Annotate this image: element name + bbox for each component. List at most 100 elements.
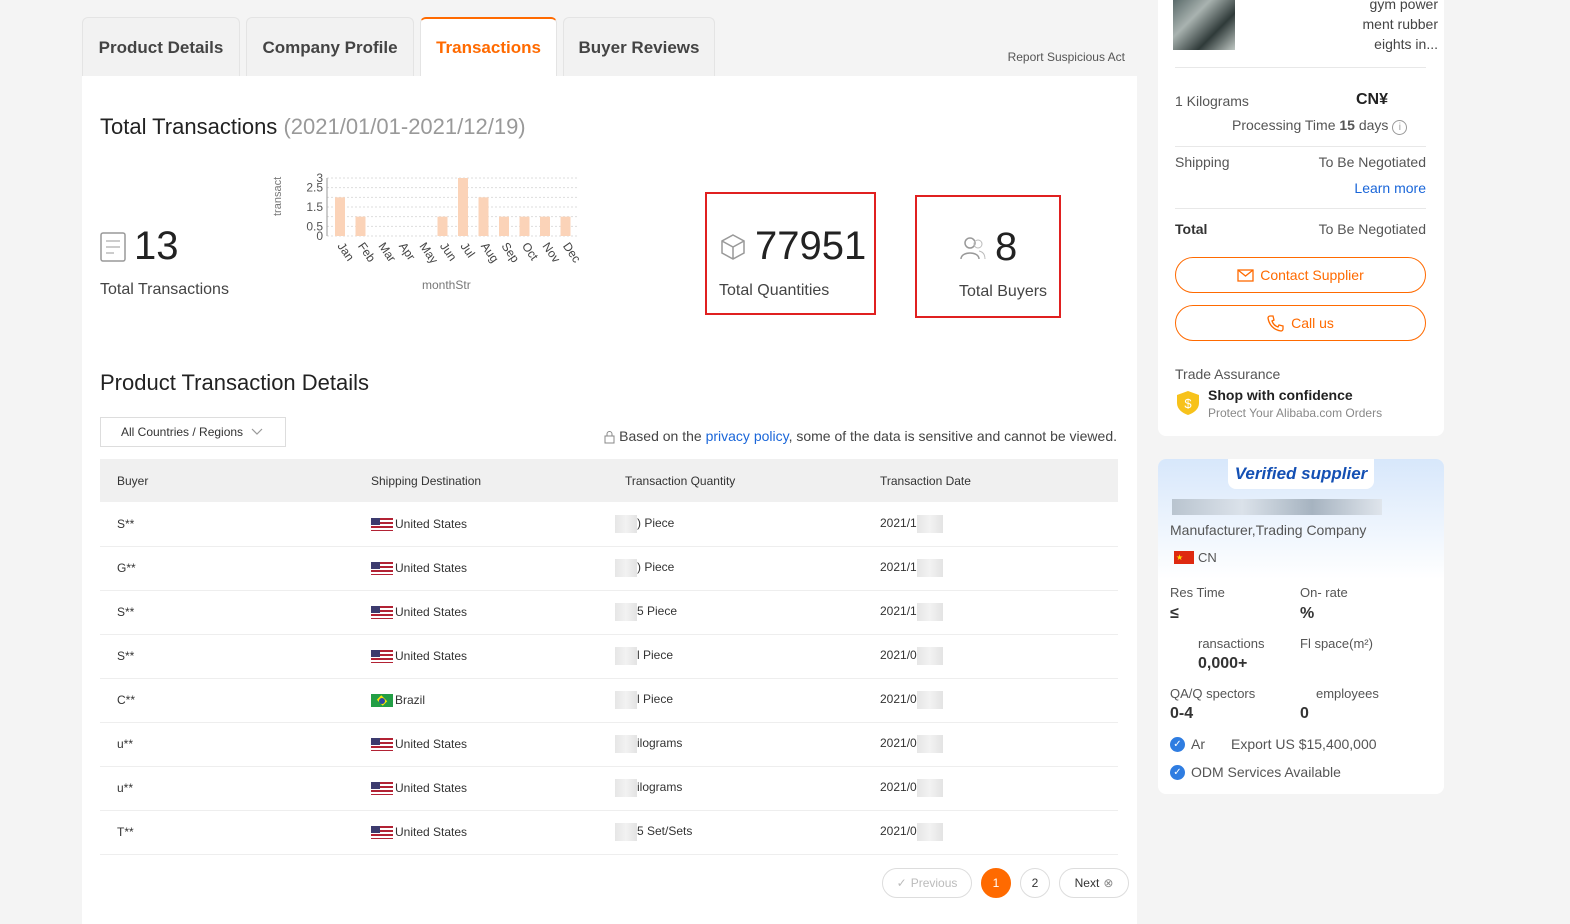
verified-check-icon: ✓: [1170, 764, 1185, 780]
country-filter-dropdown[interactable]: All Countries / Regions: [100, 417, 286, 447]
price-value: CN¥: [1356, 91, 1389, 108]
date-cell: 2021/0: [863, 810, 1118, 855]
call-us-button[interactable]: Call us: [1175, 305, 1426, 341]
product-thumbnail[interactable]: [1173, 0, 1235, 50]
bar-jun[interactable]: [437, 216, 448, 236]
bar-jul[interactable]: [458, 178, 468, 236]
product-title-line-2: ment rubber: [1362, 16, 1438, 32]
y-axis-label: transact: [272, 177, 284, 216]
flag-cn-icon: ★: [1174, 551, 1194, 564]
quantity-text: 5 Set/Sets: [637, 824, 693, 839]
quantity-cell: ) Piece: [608, 546, 863, 591]
tab-company-profile[interactable]: Company Profile: [246, 17, 414, 77]
bar-aug[interactable]: [478, 197, 489, 236]
destination-cell: United States: [354, 722, 608, 767]
destination-text: United States: [395, 604, 468, 619]
box-icon: [721, 233, 745, 260]
ontime-value: %: [1300, 605, 1315, 622]
y-tick-label: 1.5: [306, 200, 323, 214]
x-tick-label: May: [417, 240, 441, 267]
table-row: T** United States 5 Set/Sets 2021/0: [100, 810, 1118, 855]
export-row: ✓ Ar Export US $15,400,000: [1170, 736, 1377, 752]
table-row: C** Brazil l Piece 2021/0: [100, 678, 1118, 723]
info-icon[interactable]: i: [1392, 120, 1408, 135]
qa-value: 0-4: [1170, 705, 1194, 722]
bar-jan[interactable]: [335, 197, 345, 236]
buyer-cell: S**: [100, 634, 354, 679]
response-time-value: ≤: [1170, 605, 1179, 622]
page-1-button[interactable]: 1: [981, 868, 1011, 898]
bar-nov[interactable]: [540, 216, 550, 236]
contact-supplier-button[interactable]: Contact Supplier: [1175, 257, 1426, 293]
blurred-value: [916, 735, 943, 753]
report-suspicious-link[interactable]: Report Suspicious Act: [1008, 50, 1125, 64]
blurred-value: [916, 559, 943, 577]
destination-text: United States: [395, 736, 468, 751]
bar-oct[interactable]: [519, 216, 530, 236]
x-tick-label: Apr: [396, 240, 418, 263]
page-2-button[interactable]: 2: [1020, 868, 1050, 898]
blurred-value: [916, 823, 943, 841]
learn-more-link[interactable]: Learn more: [1354, 180, 1426, 196]
date-cell: 2021/0: [863, 766, 1118, 811]
buyer-cell: S**: [100, 590, 354, 635]
tab-buyer-reviews[interactable]: Buyer Reviews: [563, 17, 715, 77]
flag-us-icon: [371, 517, 393, 531]
company-name-blurred[interactable]: [1172, 499, 1382, 515]
flag-us-icon: [371, 826, 393, 840]
bar-dec[interactable]: [560, 216, 571, 236]
col-quantity: Transaction Quantity: [608, 459, 863, 502]
destination-cell: United States: [354, 634, 608, 679]
total-label: Total: [1175, 221, 1208, 237]
blurred-value: [916, 691, 943, 709]
table-header-row: Buyer Shipping Destination Transaction Q…: [100, 459, 1118, 502]
quantity-text: ilograms: [637, 736, 683, 751]
destination-text: United States: [395, 824, 468, 839]
flag-us-icon: [371, 606, 393, 620]
tab-bar: Product Details Company Profile Transact…: [82, 17, 1137, 77]
date-cell: 2021/0: [863, 634, 1118, 679]
total-value: To Be Negotiated: [1318, 221, 1426, 237]
transactions-label: ransactions: [1198, 636, 1265, 651]
quantity-text: ) Piece: [637, 560, 675, 575]
next-button[interactable]: Next ⊗: [1059, 868, 1129, 898]
next-label: Next: [1074, 876, 1100, 890]
col-destination: Shipping Destination: [354, 459, 608, 502]
table-row: u** United States ilograms 2021/0: [100, 766, 1118, 811]
blurred-value: [615, 514, 637, 533]
lock-icon: [604, 430, 615, 444]
y-tick-label: 3: [316, 171, 323, 185]
blurred-value: [615, 647, 637, 665]
divider: [1175, 67, 1426, 68]
quantity-text: ) Piece: [637, 515, 675, 530]
blurred-value: [615, 603, 637, 621]
x-tick-label: Mar: [376, 240, 399, 265]
quantity-cell: l Piece: [608, 634, 863, 679]
svg-text:$: $: [1184, 396, 1192, 411]
details-title: Product Transaction Details: [100, 370, 370, 395]
bar-sep[interactable]: [499, 216, 509, 236]
business-type: Manufacturer,Trading Company: [1170, 522, 1367, 538]
export-value: Export US $15,400,000: [1231, 736, 1377, 752]
date-cell: 2021/1: [863, 590, 1118, 635]
qa-label: QA/Q spectors: [1170, 686, 1256, 701]
quantity-cell: l Piece: [608, 678, 863, 723]
chevron-down-icon: [251, 428, 263, 435]
users-icon: [960, 236, 986, 259]
processing-unit: days: [1358, 117, 1389, 133]
ontime-label: On- rate: [1300, 585, 1348, 600]
tab-product-details[interactable]: Product Details: [82, 17, 240, 77]
date-text: 2021/0: [880, 780, 917, 795]
y-tick-label: 0.5: [306, 219, 323, 233]
bar-feb[interactable]: [355, 216, 366, 236]
check-icon: ✓: [896, 876, 907, 890]
tab-transactions[interactable]: Transactions: [420, 17, 557, 77]
shipping-value: To Be Negotiated: [1318, 154, 1426, 170]
previous-button[interactable]: ✓ Previous: [882, 868, 972, 898]
product-title[interactable]: gym power ment rubber eights in...: [1328, 0, 1438, 54]
trade-assurance-main: Shop with confidence: [1208, 387, 1353, 403]
document-icon: [100, 231, 126, 262]
privacy-notice: Based on the privacy policy, some of the…: [604, 428, 1117, 444]
privacy-policy-link[interactable]: privacy policy: [706, 428, 789, 444]
unit-label: 1 Kilograms: [1175, 93, 1249, 109]
